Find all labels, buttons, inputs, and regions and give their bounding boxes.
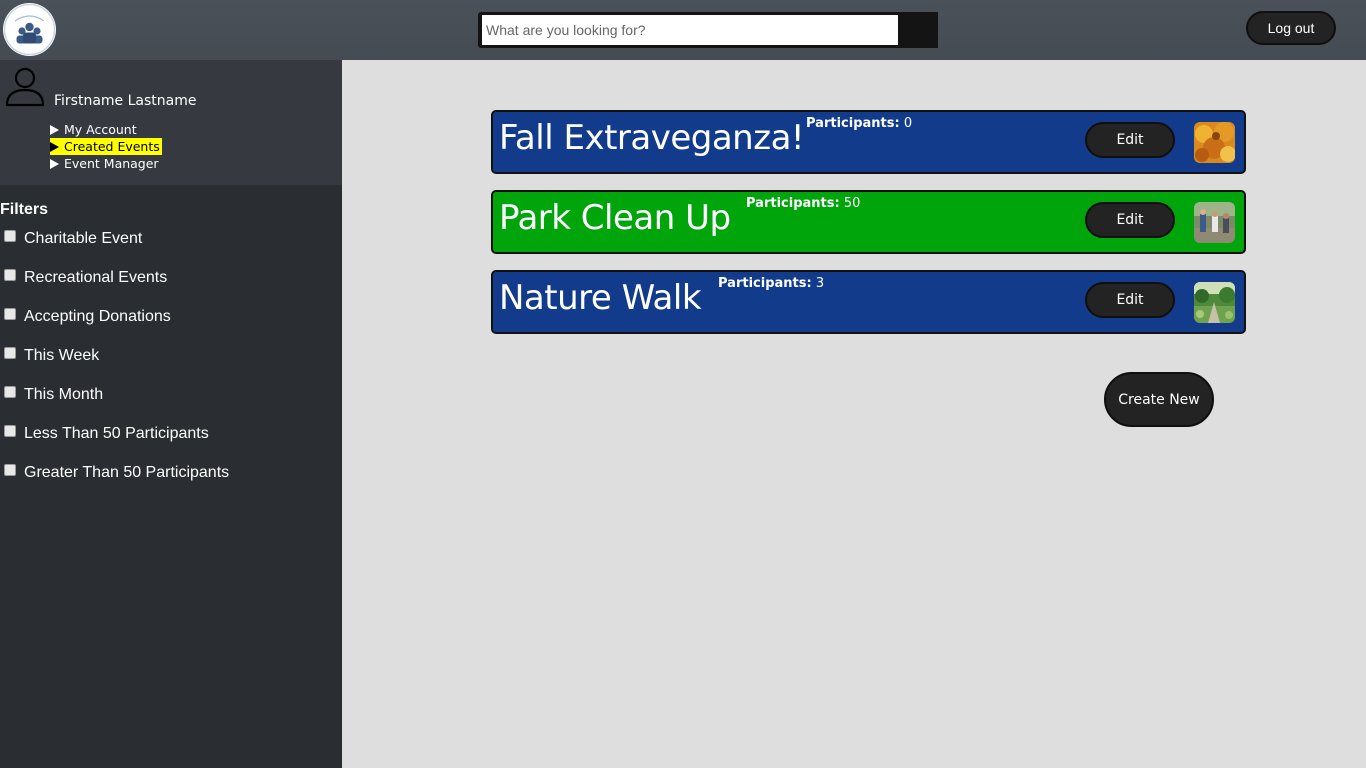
nav-item-label: Event Manager [64,156,159,171]
filter-this-month[interactable]: This Month [4,386,103,404]
user-outline-icon [5,67,45,107]
edit-button[interactable]: Edit [1085,282,1175,318]
filters-heading: Filters [0,201,49,218]
nav-item-created-events[interactable]: Created Events [50,138,162,155]
autumn-leaves-thumbnail [1194,122,1235,163]
filter-recreational-events[interactable]: Recreational Events [4,269,167,287]
user-name: Firstname Lastname [54,93,197,109]
create-new-button[interactable]: Create New [1104,372,1214,427]
nature-garden-thumbnail [1194,282,1235,323]
filter-label: This Week [24,347,100,364]
checkbox[interactable] [4,425,16,437]
top-bar: Log out [0,0,1366,60]
participants-value: 0 [903,116,913,131]
event-title: Fall Extraveganza! [499,118,805,158]
nav-item-label: My Account [64,122,137,137]
filter-charitable-event[interactable]: Charitable Event [4,230,142,248]
triangle-right-icon [50,124,59,135]
filter-label: Recreational Events [24,269,168,286]
participants-value: 3 [815,276,825,291]
participants-value: 50 [843,196,861,211]
profile-panel: Firstname Lastname My Account Created Ev… [0,60,342,185]
checkbox[interactable] [4,308,16,320]
filter-label: Charitable Event [24,230,143,247]
filter-less-than-50[interactable]: Less Than 50 Participants [4,425,209,443]
participants-count: Participants: 3 [718,276,824,291]
search-bar [478,12,938,48]
park-cleanup-thumbnail [1194,202,1235,243]
filter-label: Less Than 50 Participants [24,425,209,442]
filter-label: This Month [24,386,104,403]
checkbox[interactable] [4,386,16,398]
search-button[interactable] [900,12,938,48]
sidebar: Firstname Lastname My Account Created Ev… [0,60,342,768]
account-nav: My Account Created Events Event Manager [50,121,162,172]
nav-item-label: Created Events [64,139,160,154]
participants-label: Participants: [806,116,900,131]
filter-this-week[interactable]: This Week [4,347,99,365]
nav-item-my-account[interactable]: My Account [50,121,162,138]
logout-button[interactable]: Log out [1246,11,1336,45]
filter-accepting-donations[interactable]: Accepting Donations [4,308,171,326]
participants-count: Participants: 0 [806,116,912,131]
event-card[interactable]: Nature Walk Participants: 3 Edit [491,270,1246,334]
participants-label: Participants: [746,196,840,211]
participants-count: Participants: 50 [746,196,860,211]
community-logo-icon[interactable] [3,3,56,56]
filter-greater-than-50[interactable]: Greater Than 50 Participants [4,464,229,482]
triangle-right-icon [50,141,59,152]
event-title: Park Clean Up [499,198,731,238]
checkbox[interactable] [4,230,16,242]
filter-label: Accepting Donations [24,308,171,325]
triangle-right-icon [50,158,59,169]
event-title: Nature Walk [499,278,702,318]
event-card[interactable]: Park Clean Up Participants: 50 Edit [491,190,1246,254]
filter-label: Greater Than 50 Participants [24,464,230,481]
checkbox[interactable] [4,347,16,359]
edit-button[interactable]: Edit [1085,122,1175,158]
checkbox[interactable] [4,464,16,476]
checkbox[interactable] [4,269,16,281]
event-card[interactable]: Fall Extraveganza! Participants: 0 Edit [491,110,1246,174]
nav-item-event-manager[interactable]: Event Manager [50,155,162,172]
search-input[interactable] [482,15,898,45]
edit-button[interactable]: Edit [1085,202,1175,238]
participants-label: Participants: [718,276,812,291]
